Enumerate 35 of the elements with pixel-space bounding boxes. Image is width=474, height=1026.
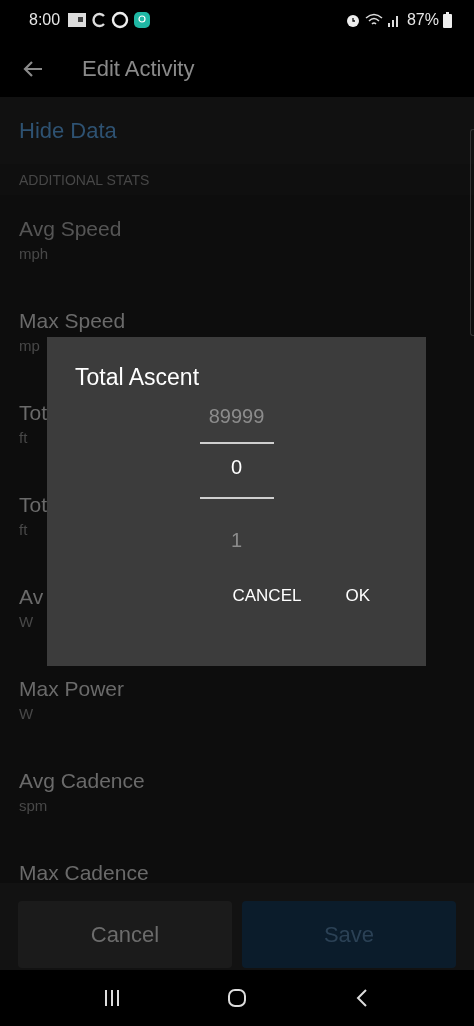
stat-label: Avg Cadence (19, 769, 145, 793)
stat-unit: mph (19, 245, 49, 262)
picker-value[interactable]: 1 (230, 529, 243, 552)
hide-data-link[interactable]: Hide Data (0, 97, 474, 164)
battery-icon (443, 12, 452, 28)
stat-unit: ft (19, 429, 28, 446)
status-time: 8:00 (29, 11, 61, 29)
stat-unit: spm (19, 797, 48, 814)
back-arrow-icon[interactable] (22, 58, 44, 79)
home-icon[interactable] (226, 987, 248, 1009)
alarm-icon (344, 12, 361, 28)
cancel-button[interactable]: CANCEL (222, 580, 312, 612)
stat-unit: W (19, 613, 34, 630)
stat-label: Tot (19, 401, 47, 425)
stat-label: Max Cadence (19, 861, 149, 883)
picker-value[interactable]: 0 (230, 456, 243, 479)
cancel-button[interactable]: Cancel (18, 901, 232, 968)
sync-icon (91, 11, 108, 29)
stat-label: Max Power (19, 677, 125, 701)
stat-label: Avg Speed (19, 217, 122, 241)
picker-value[interactable]: 89999 (208, 405, 265, 428)
signal-icon (386, 13, 401, 27)
stat-unit: ft (19, 521, 28, 538)
stat-unit: W (19, 705, 34, 722)
screen-title: Edit Activity (82, 55, 195, 82)
app-notification-icon (133, 11, 152, 29)
app-notification-icon (67, 11, 88, 29)
ok-button[interactable]: OK (335, 580, 380, 612)
ring-icon (111, 11, 130, 29)
battery-level: 87% (406, 11, 439, 29)
dialog-title: Total Ascent (75, 364, 201, 391)
stat-unit: mp (19, 337, 40, 354)
stat-label: Tot (19, 493, 47, 517)
stat-label: Max Speed (19, 309, 126, 333)
stat-label: Av (19, 585, 44, 609)
